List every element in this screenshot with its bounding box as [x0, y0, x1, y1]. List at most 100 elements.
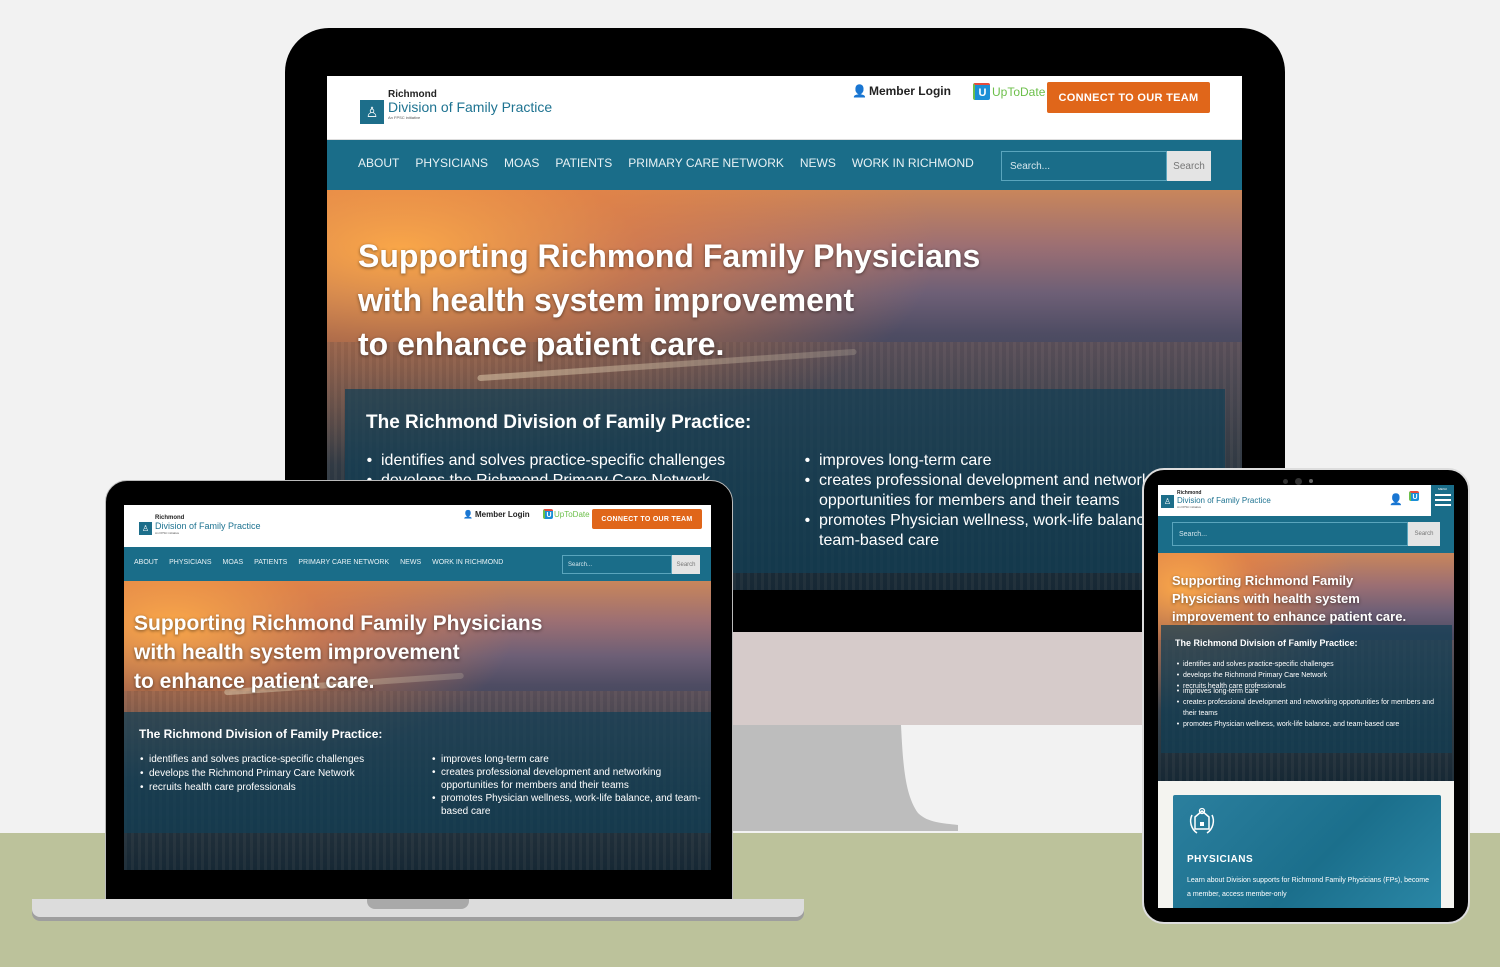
hero-banner: Supporting Richmond Family Physicians wi… [1158, 553, 1454, 781]
hero-title-line: Physicians with health system [1172, 591, 1360, 606]
hero-title-line: with health system improvement [358, 282, 855, 318]
info-title: The Richmond Division of Family Practice… [1175, 638, 1358, 648]
stethoscope-house-icon [1189, 807, 1215, 834]
tablet-camera [1283, 478, 1313, 485]
nav-news[interactable]: NEWS [400, 559, 421, 566]
tablet-screen: ♙ Richmond Division of Family Practice A… [1158, 485, 1454, 908]
info-title: The Richmond Division of Family Practice… [139, 727, 383, 741]
logo-tagline: An FPSC initiative [1177, 505, 1202, 509]
info-bullets-right: improves long-term care creates professi… [432, 753, 706, 818]
bullet-item: develops the Richmond Primary Care Netwo… [140, 767, 429, 781]
hero-title-line: to enhance patient care. [358, 326, 725, 362]
nav-moas[interactable]: MOAS [223, 559, 244, 566]
nav-patients[interactable]: PATIENTS [555, 156, 612, 170]
hero-title-line: Supporting Richmond Family Physicians [134, 612, 543, 635]
member-lock-icon: 👤 [463, 510, 473, 519]
connect-to-our-team-button[interactable]: CONNECT TO OUR TEAM [1047, 82, 1210, 113]
laptop-screen: ♙ Richmond Division of Family Practice A… [124, 505, 711, 870]
nav-news[interactable]: NEWS [800, 156, 836, 170]
search-button[interactable]: Search [1167, 151, 1211, 181]
site-header: ♙ Richmond Division of Family Practice A… [124, 505, 711, 547]
hero-banner: Supporting Richmond Family Physicians wi… [124, 581, 711, 870]
uptodate-label: UpToDate [992, 84, 1046, 99]
camera-dot [1283, 479, 1288, 484]
bullet-item: improves long-term care [1177, 686, 1448, 697]
division-info-panel: The Richmond Division of Family Practice… [1161, 625, 1452, 753]
member-login-link[interactable]: 👤 Member Login [463, 510, 530, 519]
hamburger-icon-bar [1434, 504, 1451, 506]
nav-work-in-richmond[interactable]: WORK IN RICHMOND [432, 559, 503, 566]
hero-title: Supporting Richmond Family Physicians wi… [1172, 572, 1406, 626]
hamburger-menu-button[interactable]: MENU [1431, 485, 1454, 516]
bullet-item: improves long-term care [805, 451, 1209, 471]
site-logo[interactable]: ♙ Richmond Division of Family Practice A… [139, 515, 261, 535]
hero-title-line: Supporting Richmond Family [1172, 573, 1354, 588]
member-login-label: Member Login [868, 84, 951, 98]
site-logo[interactable]: ♙ Richmond Division of Family Practice A… [360, 89, 552, 124]
nav-primary-care-network[interactable]: PRIMARY CARE NETWORK [628, 156, 784, 170]
nav-patients[interactable]: PATIENTS [254, 559, 287, 566]
nav-physicians[interactable]: PHYSICIANS [415, 156, 488, 170]
nav-menu: ABOUT PHYSICIANS MOAS PATIENTS PRIMARY C… [134, 559, 503, 566]
nav-physicians[interactable]: PHYSICIANS [169, 559, 211, 566]
bullet-item: promotes Physician wellness, work-life b… [1177, 719, 1448, 730]
search-button[interactable]: Search [672, 555, 700, 574]
bullet-item: creates professional development and net… [1177, 697, 1448, 719]
physicians-card[interactable]: PHYSICIANS Learn about Division supports… [1173, 795, 1441, 908]
mobile-search-bar: Search... Search [1158, 516, 1454, 553]
search-button[interactable]: Search [1408, 522, 1440, 546]
member-login-link[interactable]: 👤 Member Login [852, 84, 951, 98]
info-bullets-left: identifies and solves practice-specific … [140, 753, 429, 795]
hamburger-icon [1434, 494, 1451, 496]
hero-title-line: with health system improvement [134, 641, 460, 664]
family-practice-logo-icon: ♙ [1161, 495, 1174, 508]
laptop-notch [367, 899, 469, 909]
nav-about[interactable]: ABOUT [134, 559, 158, 566]
bullet-item: identifies and solves practice-specific … [1177, 659, 1448, 670]
uptodate-logo-icon[interactable]: U [1409, 491, 1419, 501]
card-title: PHYSICIANS [1187, 854, 1254, 865]
uptodate-link[interactable]: U UpToDate [543, 509, 590, 519]
main-navbar: ABOUT PHYSICIANS MOAS PATIENTS PRIMARY C… [124, 547, 711, 581]
nav-menu: ABOUT PHYSICIANS MOAS PATIENTS PRIMARY C… [358, 156, 974, 170]
hero-title: Supporting Richmond Family Physicians wi… [134, 609, 542, 696]
nav-work-in-richmond[interactable]: WORK IN RICHMOND [852, 156, 974, 170]
member-login-label: Member Login [474, 510, 530, 519]
hero-title-line: improvement to enhance patient care. [1172, 609, 1407, 624]
member-lock-icon: 👤 [852, 84, 867, 98]
logo-division-name: Division of Family Practice [155, 521, 261, 531]
uptodate-logo-icon: U [543, 509, 553, 519]
camera-sensor [1309, 479, 1313, 483]
uptodate-link[interactable]: U UpToDate [973, 83, 1045, 100]
bullet-item: identifies and solves practice-specific … [367, 451, 781, 471]
nav-moas[interactable]: MOAS [504, 156, 539, 170]
bullet-item: develops the Richmond Primary Care Netwo… [1177, 670, 1448, 681]
uptodate-label: UpToDate [554, 509, 590, 519]
bullet-item: creates professional development and net… [432, 766, 706, 792]
info-title: The Richmond Division of Family Practice… [366, 412, 752, 433]
site-header: ♙ Richmond Division of Family Practice A… [327, 76, 1242, 139]
search-input[interactable]: Search... [562, 555, 672, 574]
search-form: Search... Search [1172, 522, 1440, 546]
search-input[interactable]: Search... [1172, 522, 1408, 546]
logo-division-name: Division of Family Practice [388, 99, 553, 115]
search-form: Search... Search [562, 555, 700, 574]
menu-label: MENU [1438, 487, 1447, 491]
site-header: ♙ Richmond Division of Family Practice A… [1158, 485, 1454, 516]
nav-about[interactable]: ABOUT [358, 156, 399, 170]
search-input[interactable]: Search... [1001, 151, 1167, 181]
main-navbar: ABOUT PHYSICIANS MOAS PATIENTS PRIMARY C… [327, 140, 1242, 190]
uptodate-logo-icon: U [973, 83, 990, 100]
connect-to-our-team-button[interactable]: CONNECT TO OUR TEAM [592, 509, 702, 529]
hamburger-icon-bar [1434, 499, 1451, 501]
bullet-item: promotes Physician wellness, work-life b… [432, 792, 706, 818]
bullet-item: identifies and solves practice-specific … [140, 753, 429, 767]
logo-tagline: An FPSC initiative [155, 531, 180, 535]
member-lock-icon[interactable]: 👤 [1389, 493, 1403, 506]
nav-primary-care-network[interactable]: PRIMARY CARE NETWORK [298, 559, 389, 566]
card-description: Learn about Division supports for Richmo… [1187, 877, 1429, 898]
info-bullets: identifies and solves practice-specific … [1177, 659, 1448, 730]
logo-division-name: Division of Family Practice [1177, 496, 1271, 505]
logo-tagline: An FPSC initiative [388, 115, 421, 120]
site-logo[interactable]: ♙ Richmond Division of Family Practice A… [1161, 490, 1271, 509]
